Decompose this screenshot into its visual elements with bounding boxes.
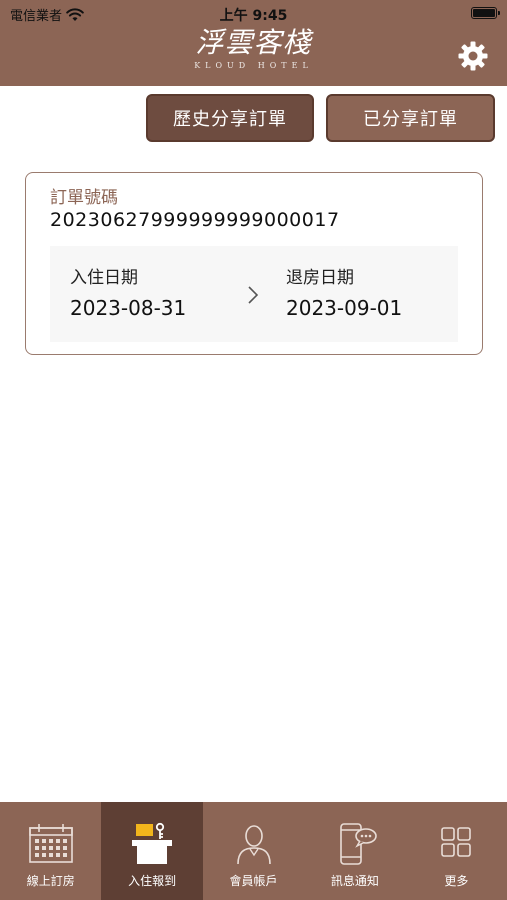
stay-dates: 入住日期 2023-08-31 退房日期 2023-09-01 [50,246,458,342]
app-header: 電信業者 上午 9:45 浮雲客棧 KLOUD HOTEL [0,0,507,86]
tab-label: 會員帳戶 [229,874,278,888]
tab-label: 訊息通知 [330,874,379,888]
order-number-label: 訂單號碼 [50,188,118,208]
tab-notifications[interactable]: 訊息通知 [304,802,405,900]
battery-icon [471,7,500,19]
tab-check-in[interactable]: 入住報到 [101,802,203,900]
phone-chat-icon [340,823,377,865]
order-number: 20230627999999999000017 [50,209,340,231]
checkout-label: 退房日期 [286,268,354,288]
tab-history-shared-orders[interactable]: 歷史分享訂單 [146,94,314,142]
tab-label: 線上訂房 [26,874,75,888]
tab-shared-orders[interactable]: 已分享訂單 [326,94,495,142]
tab-online-booking[interactable]: 線上訂房 [0,802,101,900]
gear-icon[interactable] [457,40,489,72]
logo-english: KLOUD HOTEL [194,61,313,70]
calendar-icon [28,824,73,863]
checkin-date: 2023-08-31 [70,296,187,320]
status-time: 上午 9:45 [219,8,288,24]
hotel-logo: 浮雲客棧 KLOUD HOTEL [0,26,507,72]
person-icon [236,825,271,865]
grid-icon [441,827,472,857]
status-bar: 電信業者 上午 9:45 [0,0,507,26]
checkout-date: 2023-09-01 [286,296,403,320]
reception-desk-icon [132,822,173,864]
checkin-label: 入住日期 [70,268,138,288]
tab-label: 入住報到 [128,874,177,888]
logo-chinese: 浮雲客棧 [195,26,312,59]
order-card[interactable]: 訂單號碼 20230627999999999000017 入住日期 2023-0… [25,172,483,355]
tab-member-account[interactable]: 會員帳戶 [203,802,304,900]
tab-label: 更多 [444,874,469,888]
bottom-tab-bar: 線上訂房 入住報到 會員帳戶 訊息通知 更多 [0,802,507,900]
tab-more[interactable]: 更多 [406,802,507,900]
chevron-right-icon [248,286,259,304]
